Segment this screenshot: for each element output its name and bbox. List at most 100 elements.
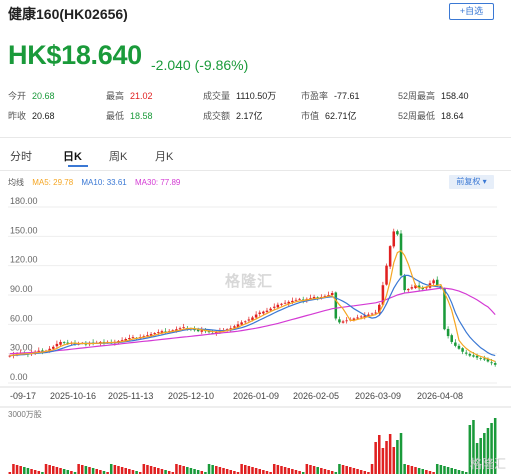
- volume-bar: [77, 464, 80, 474]
- ma5-value: MA5: 29.78: [32, 178, 74, 187]
- volume-bar: [48, 465, 51, 474]
- stat-value: 158.40: [441, 91, 469, 101]
- volume-bar: [84, 466, 88, 474]
- y-tick-label: 60.00: [10, 313, 33, 323]
- volume-bar: [378, 435, 381, 474]
- candle-body: [131, 337, 135, 338]
- volume-bar: [443, 466, 446, 474]
- volume-bar: [435, 464, 439, 474]
- candle-body: [468, 353, 472, 356]
- volume-bar: [12, 464, 15, 474]
- volume-bar: [450, 468, 453, 474]
- stat-label: 最低: [106, 111, 125, 121]
- candle-body: [432, 280, 435, 284]
- volume-bar: [272, 464, 276, 474]
- volume-bar: [283, 467, 287, 474]
- x-tick-label: -09-17: [10, 391, 36, 401]
- volume-bar: [254, 468, 258, 474]
- volume-bar: [417, 468, 421, 474]
- add-watchlist-button[interactable]: +自选: [449, 3, 494, 20]
- tab-intraday[interactable]: 分时: [10, 148, 32, 164]
- volume-bar: [149, 466, 153, 474]
- volume-bar: [359, 470, 363, 474]
- tab-monthly-k[interactable]: 月K: [155, 148, 173, 164]
- volume-bar: [70, 471, 73, 474]
- candle-body: [450, 335, 453, 342]
- stat-item: 市盈率 -77.61: [301, 89, 360, 102]
- volume-bar: [200, 471, 204, 474]
- volume-bar: [138, 472, 142, 474]
- price-adjust-dropdown[interactable]: 前复权 ▾: [449, 175, 494, 189]
- volume-bar: [146, 465, 149, 474]
- candle-body: [283, 302, 287, 304]
- volume-bar: [95, 469, 99, 474]
- ma30-value: MA30: 77.89: [135, 178, 181, 187]
- stat-item: 昨收 20.68: [8, 109, 55, 122]
- volume-bar: [309, 465, 312, 474]
- candle-body: [493, 363, 497, 365]
- volume-bar: [109, 464, 113, 474]
- volume-bar: [406, 465, 410, 474]
- volume-bar: [243, 465, 247, 474]
- candle-body: [298, 298, 301, 300]
- volume-bar: [113, 465, 117, 474]
- volume-bar: [439, 465, 443, 474]
- volume-bar: [330, 471, 334, 474]
- ma10-value: MA10: 33.61: [81, 178, 127, 187]
- candle-body: [120, 339, 124, 341]
- volume-bar: [356, 469, 359, 474]
- volume-bar: [240, 464, 243, 474]
- volume-bar: [102, 471, 106, 474]
- candle-body: [475, 355, 479, 358]
- y-tick-label: 30.00: [10, 343, 33, 353]
- volume-bar: [211, 465, 214, 474]
- volume-bar: [287, 468, 290, 474]
- volume-bar: [124, 468, 127, 474]
- tab-weekly-k[interactable]: 周K: [109, 148, 127, 164]
- volume-bar: [280, 466, 283, 474]
- candle-body: [356, 317, 359, 319]
- volume-bar: [106, 472, 109, 474]
- x-tick-label: 2026-02-05: [293, 391, 339, 401]
- candle-body: [403, 276, 406, 291]
- volume-bar: [320, 468, 323, 474]
- y-tick-label: 0.00: [10, 372, 28, 382]
- volume-bar: [403, 464, 406, 474]
- volume-bar: [131, 470, 135, 474]
- watermark-text: 格隆汇: [225, 273, 274, 290]
- volume-bar: [425, 470, 428, 474]
- volume-bar: [73, 472, 77, 474]
- volume-bar: [262, 470, 265, 474]
- stock-title: 健康160(HK02656): [8, 6, 128, 22]
- volume-bar: [160, 469, 164, 474]
- x-tick-label: 2026-04-08: [417, 391, 463, 401]
- volume-bar: [15, 465, 19, 474]
- volume-bar: [352, 468, 356, 474]
- volume-bar: [432, 472, 435, 474]
- candle-body: [178, 328, 182, 330]
- candle-body: [294, 299, 298, 301]
- stat-value: 2.17亿: [236, 111, 263, 121]
- candle-body: [262, 311, 265, 314]
- stat-value: 21.02: [130, 91, 153, 101]
- volume-bar: [327, 470, 330, 474]
- candle-body: [59, 341, 62, 345]
- stat-item: 成交量 1110.50万: [203, 89, 276, 102]
- volume-bar: [218, 467, 222, 474]
- price-change: -2.040 (-9.86%): [151, 57, 249, 73]
- candle-body: [359, 316, 363, 318]
- stat-label: 昨收: [8, 111, 27, 121]
- volume-bar: [189, 468, 193, 474]
- stat-label: 今开: [8, 91, 27, 101]
- candle-body: [490, 362, 493, 364]
- candlestick-chart[interactable]: 180.00 150.00 120.00 90.00 60.00 30.00 0.00 -09…: [0, 195, 511, 476]
- tab-daily-k[interactable]: 日K: [63, 148, 82, 164]
- stat-value: -77.61: [334, 91, 360, 101]
- volume-bar: [446, 467, 450, 474]
- candle-body: [374, 312, 377, 314]
- volume-bar: [30, 469, 33, 474]
- y-tick-label: 150.00: [10, 225, 38, 235]
- volume-bar: [341, 465, 345, 474]
- volume-bar: [26, 468, 30, 474]
- volume-bar: [193, 469, 196, 474]
